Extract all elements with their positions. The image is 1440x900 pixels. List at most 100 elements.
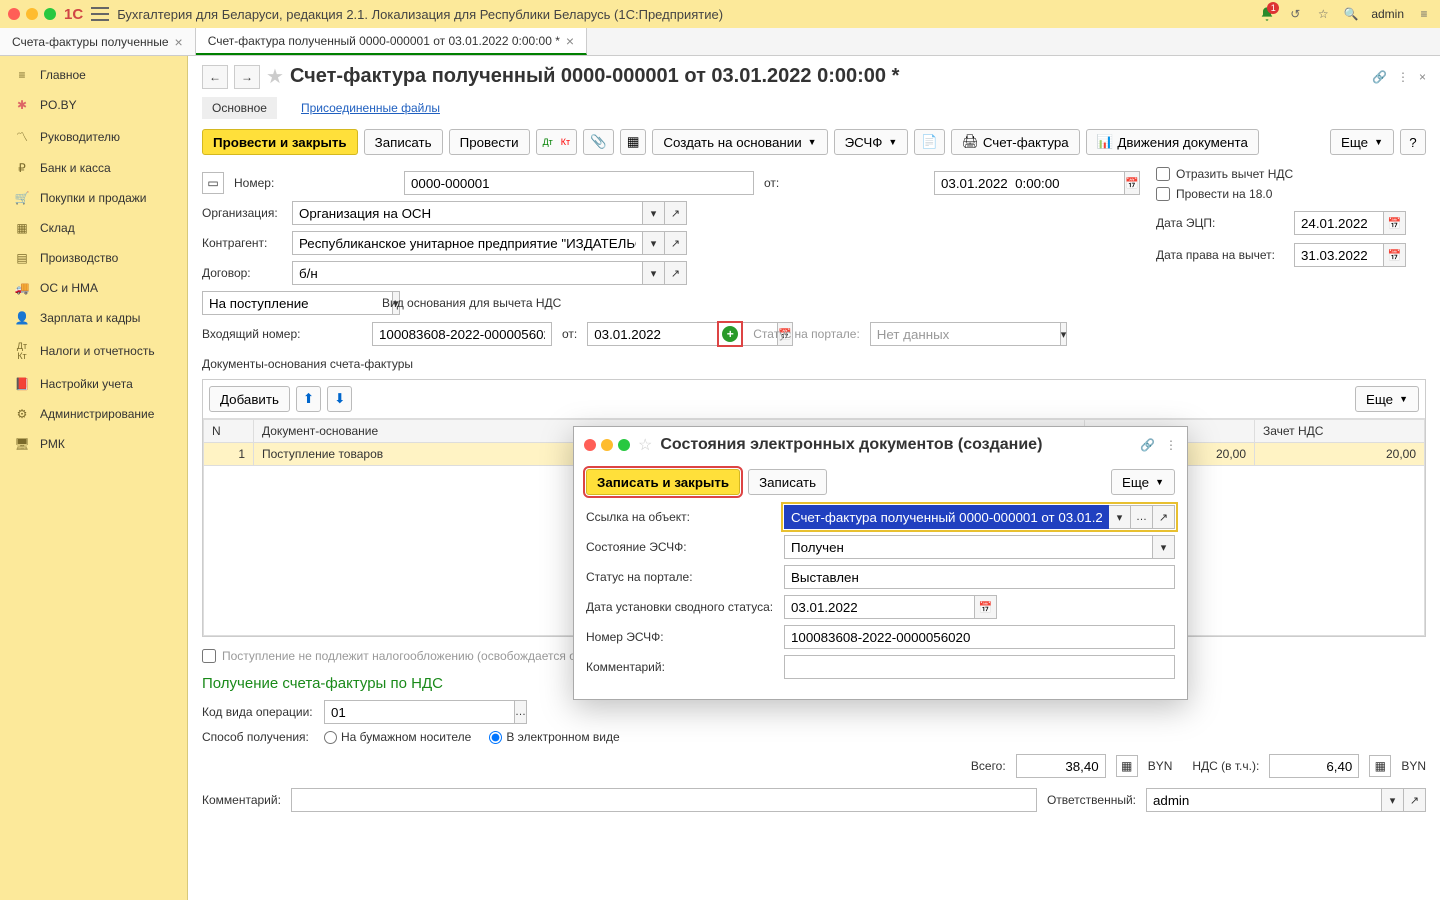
dropdown-icon[interactable]: ▾ [1109, 505, 1131, 529]
close-icon[interactable]: × [566, 33, 574, 49]
window-max[interactable] [44, 8, 56, 20]
total-input[interactable] [1016, 754, 1106, 778]
nav-back[interactable]: ← [202, 65, 228, 89]
moves-button[interactable]: 📊 Движения документа [1086, 129, 1259, 155]
dialog-more-button[interactable]: Еще▼ [1111, 469, 1175, 495]
link-icon[interactable]: 🔗 [1140, 438, 1155, 452]
open-icon[interactable]: ↗ [665, 201, 687, 225]
nav-stock[interactable]: ▦Склад [0, 213, 187, 243]
settings-icon[interactable]: ≡ [1416, 6, 1432, 22]
open-icon[interactable]: ↗ [665, 261, 687, 285]
subtab-files[interactable]: Присоединенные файлы [291, 97, 450, 119]
history-icon[interactable]: ↺ [1287, 6, 1303, 22]
move-up-button[interactable]: ⬆ [296, 386, 321, 412]
star-icon[interactable]: ☆ [638, 435, 652, 455]
esch-button[interactable]: ЭСЧФ▼ [834, 129, 909, 155]
calendar-icon[interactable]: 📅 [1125, 171, 1140, 195]
favorite-star-icon[interactable]: ★ [266, 64, 284, 89]
attach-button[interactable]: 📎 [583, 129, 614, 155]
op-code-input[interactable] [324, 700, 515, 724]
org-input[interactable] [292, 201, 643, 225]
dialog-min[interactable] [601, 439, 613, 451]
user-label[interactable]: admin [1371, 7, 1404, 21]
dialog-save-close-button[interactable]: Записать и закрыть [586, 469, 740, 495]
bell-icon[interactable]: 1 [1259, 6, 1275, 22]
dialog-comment-input[interactable] [784, 655, 1175, 679]
dialog-close[interactable] [584, 439, 596, 451]
search-icon[interactable]: 🔍 [1343, 6, 1359, 22]
close-icon[interactable]: × [1419, 70, 1426, 84]
contract-input[interactable] [292, 261, 643, 285]
tab-invoice-doc[interactable]: Счет-фактура полученный 0000-000001 от 0… [196, 28, 587, 55]
add-status-button[interactable]: + [717, 321, 743, 347]
nav-poby[interactable]: ✱PO.BY [0, 90, 187, 120]
nav-admin[interactable]: ⚙Администрирование [0, 399, 187, 429]
create-based-button[interactable]: Создать на основании▼ [652, 129, 827, 155]
open-icon[interactable]: ↗ [665, 231, 687, 255]
number-input[interactable] [404, 171, 754, 195]
menu-icon[interactable] [91, 7, 109, 21]
basis-type-select[interactable] [202, 291, 393, 315]
more-icon[interactable]: ⋮ [1165, 438, 1177, 452]
post-and-close-button[interactable]: Провести и закрыть [202, 129, 358, 155]
responsible-input[interactable] [1146, 788, 1382, 812]
open-icon[interactable]: ↗ [1404, 788, 1426, 812]
nav-salary[interactable]: 👤Зарплата и кадры [0, 303, 187, 333]
nav-manager[interactable]: 〽Руководителю [0, 120, 187, 153]
doc-icon-button[interactable]: 📄 [914, 129, 945, 155]
calendar-icon[interactable]: 📅 [1384, 211, 1406, 235]
incoming-date-input[interactable] [587, 322, 778, 346]
dropdown-icon[interactable]: ▾ [1153, 535, 1175, 559]
nav-bank[interactable]: ₽Банк и касса [0, 153, 187, 183]
ecp-date-input[interactable] [1294, 211, 1384, 235]
save-button[interactable]: Записать [364, 129, 443, 155]
dialog-ref-input[interactable] [784, 505, 1109, 529]
nav-sales[interactable]: 🛒Покупки и продажи [0, 183, 187, 213]
radio-paper[interactable]: На бумажном носителе [324, 730, 471, 744]
subtab-main[interactable]: Основное [202, 97, 277, 119]
table-more-button[interactable]: Еще▼ [1355, 386, 1419, 412]
calc-icon[interactable]: ▦ [1116, 755, 1138, 777]
tab-invoices-list[interactable]: Счета-фактуры полученные× [0, 28, 196, 55]
calendar-icon[interactable]: 📅 [975, 595, 997, 619]
nav-forward[interactable]: → [234, 65, 260, 89]
dropdown-icon[interactable]: ▾ [1382, 788, 1404, 812]
close-icon[interactable]: × [175, 34, 183, 50]
contractor-input[interactable] [292, 231, 643, 255]
print-invoice-button[interactable]: 🖨 Счет-фактура [951, 129, 1080, 155]
dtkt-button[interactable]: ДтКт [536, 129, 578, 155]
form-icon[interactable]: ▭ [202, 172, 224, 194]
nav-settings[interactable]: 📕Настройки учета [0, 369, 187, 399]
add-row-button[interactable]: Добавить [209, 386, 290, 412]
nav-assets[interactable]: 🚚ОС и НМА [0, 273, 187, 303]
comment-input[interactable] [291, 788, 1037, 812]
right-date-input[interactable] [1294, 243, 1384, 267]
nav-main[interactable]: ≡Главное [0, 60, 187, 90]
dialog-state-input[interactable] [784, 535, 1153, 559]
dialog-date-input[interactable] [784, 595, 975, 619]
more-icon[interactable]: ⋮ [1397, 70, 1409, 84]
select-icon[interactable]: … [515, 700, 527, 724]
incoming-number-input[interactable] [372, 322, 552, 346]
calc-icon[interactable]: ▦ [1369, 755, 1391, 777]
date-input[interactable] [934, 171, 1125, 195]
move-down-button[interactable]: ⬇ [327, 386, 352, 412]
reflect-vat-checkbox[interactable]: Отразить вычет НДС [1156, 167, 1426, 181]
dialog-num-input[interactable] [784, 625, 1175, 649]
vat-input[interactable] [1269, 754, 1359, 778]
struct-button[interactable]: ▦ [620, 129, 647, 155]
radio-electronic[interactable]: В электронном виде [489, 730, 619, 744]
dialog-save-button[interactable]: Записать [748, 469, 827, 495]
post-button[interactable]: Провести [449, 129, 530, 155]
nav-rmk[interactable]: 🖥РМК [0, 429, 187, 459]
link-icon[interactable]: 🔗 [1372, 70, 1387, 84]
dropdown-icon[interactable]: ▾ [643, 261, 665, 285]
more-button[interactable]: Еще▼ [1330, 129, 1394, 155]
select-icon[interactable]: … [1131, 505, 1153, 529]
post18-checkbox[interactable]: Провести на 18.0 [1156, 187, 1426, 201]
dropdown-icon[interactable]: ▾ [643, 201, 665, 225]
nav-production[interactable]: ▤Производство [0, 243, 187, 273]
nav-taxes[interactable]: ДтКтНалоги и отчетность [0, 333, 187, 369]
window-close[interactable] [8, 8, 20, 20]
open-icon[interactable]: ↗ [1153, 505, 1175, 529]
